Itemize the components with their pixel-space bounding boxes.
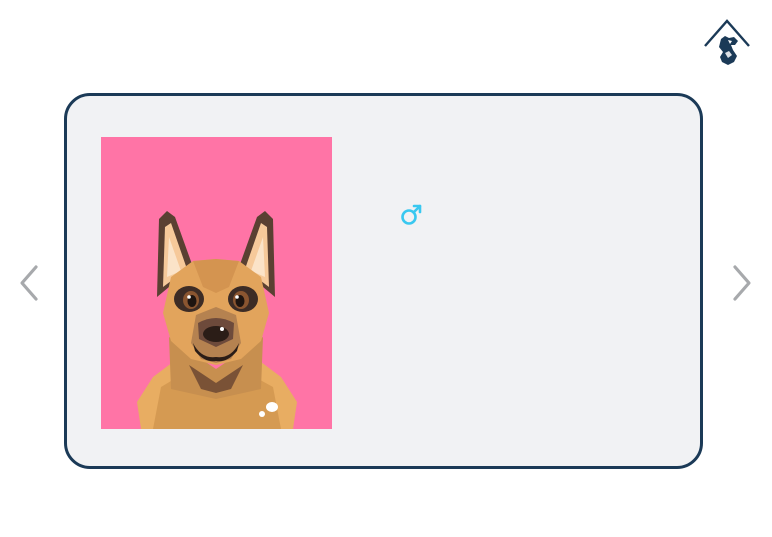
pet-card (64, 93, 703, 469)
pet-photo (101, 137, 332, 429)
chevron-right-icon (733, 265, 751, 301)
male-symbol-icon (401, 204, 422, 225)
house-dog-logo-icon (704, 19, 750, 65)
page (0, 0, 772, 537)
previous-button[interactable] (14, 260, 44, 306)
chevron-left-icon (20, 265, 38, 301)
gender-indicator (399, 201, 425, 227)
next-button[interactable] (727, 260, 757, 306)
german-shepherd-dog-illustration (101, 137, 332, 429)
home-logo[interactable] (701, 17, 753, 69)
